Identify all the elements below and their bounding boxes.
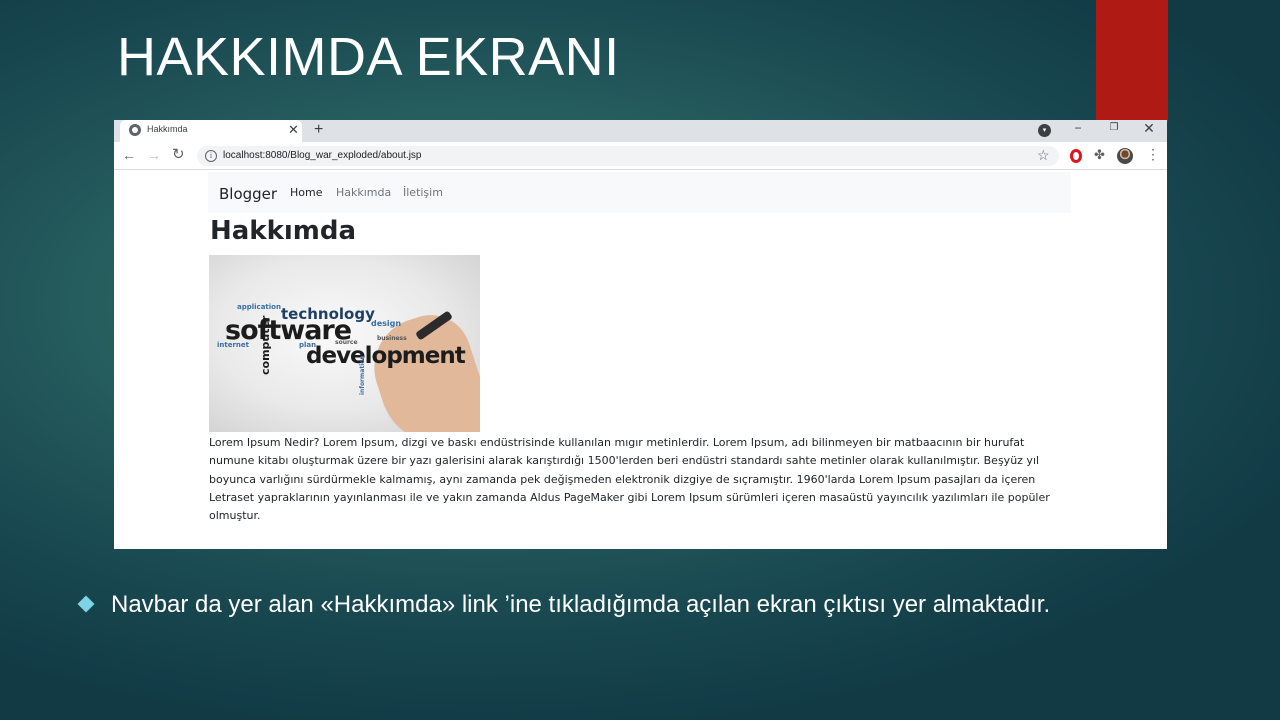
nav-link-iletisim[interactable]: İletişim xyxy=(403,186,443,199)
word-development: development xyxy=(306,343,466,369)
word-information: information xyxy=(359,355,366,395)
minimize-button[interactable]: − xyxy=(1060,120,1096,142)
browser-tab[interactable]: Hakkımda ✕ xyxy=(120,120,302,142)
diamond-bullet-icon xyxy=(77,595,95,613)
site-info-icon[interactable]: i xyxy=(205,150,217,162)
browser-screenshot: Hakkımda ✕ + ▾ − ❐ ✕ ← → ↻ i localhost:8… xyxy=(114,120,1167,549)
nav-link-home[interactable]: Home xyxy=(290,186,322,199)
word-internet: internet xyxy=(217,341,250,349)
bullet-text: Navbar da yer alan «Hakkımda» link ’ine … xyxy=(111,591,1051,618)
profile-avatar[interactable] xyxy=(1117,148,1133,164)
slide-title: HAKKIMDA EKRANI xyxy=(117,27,620,87)
red-accent-bar xyxy=(1096,0,1168,122)
globe-icon xyxy=(129,124,141,136)
back-arrow-icon[interactable]: ← xyxy=(122,147,136,163)
extensions-puzzle-icon[interactable]: ✤ xyxy=(1094,147,1105,163)
browser-toolbar: ← → ↻ i localhost:8080/Blog_war_exploded… xyxy=(114,142,1167,170)
url-text[interactable]: localhost:8080/Blog_war_exploded/about.j… xyxy=(223,150,421,161)
tab-search-icon[interactable]: ▾ xyxy=(1038,124,1051,137)
menu-kebab-icon[interactable]: ⋮ xyxy=(1146,146,1160,163)
navbar-brand[interactable]: Blogger xyxy=(219,185,277,203)
word-application: application xyxy=(237,303,281,311)
restore-button[interactable]: ❐ xyxy=(1096,120,1132,142)
reload-icon[interactable]: ↻ xyxy=(172,147,185,163)
tab-strip: Hakkımda ✕ + ▾ − ❐ ✕ xyxy=(114,120,1167,142)
word-design: design xyxy=(371,319,402,328)
close-window-button[interactable]: ✕ xyxy=(1131,120,1167,142)
tab-title: Hakkımda xyxy=(147,124,188,134)
address-bar[interactable]: i localhost:8080/Blog_war_exploded/about… xyxy=(197,146,1059,166)
word-business: business xyxy=(377,335,407,342)
web-page: Blogger Home Hakkımda İletişim Hakkımda … xyxy=(114,170,1167,549)
software-development-image: application technology software design i… xyxy=(209,255,480,432)
new-tab-button[interactable]: + xyxy=(314,121,323,139)
tab-close-icon[interactable]: ✕ xyxy=(288,122,299,138)
word-computer: computer xyxy=(259,315,272,375)
forward-arrow-icon[interactable]: → xyxy=(147,147,161,163)
bookmark-star-icon[interactable]: ☆ xyxy=(1037,147,1050,164)
site-navbar: Blogger Home Hakkımda İletişim xyxy=(208,172,1071,213)
lorem-paragraph: Lorem Ipsum Nedir? Lorem Ipsum, dizgi ve… xyxy=(209,436,1050,523)
nav-link-hakkimda[interactable]: Hakkımda xyxy=(336,186,391,199)
page-heading: Hakkımda xyxy=(210,216,357,246)
opera-extension-icon[interactable] xyxy=(1070,149,1082,163)
